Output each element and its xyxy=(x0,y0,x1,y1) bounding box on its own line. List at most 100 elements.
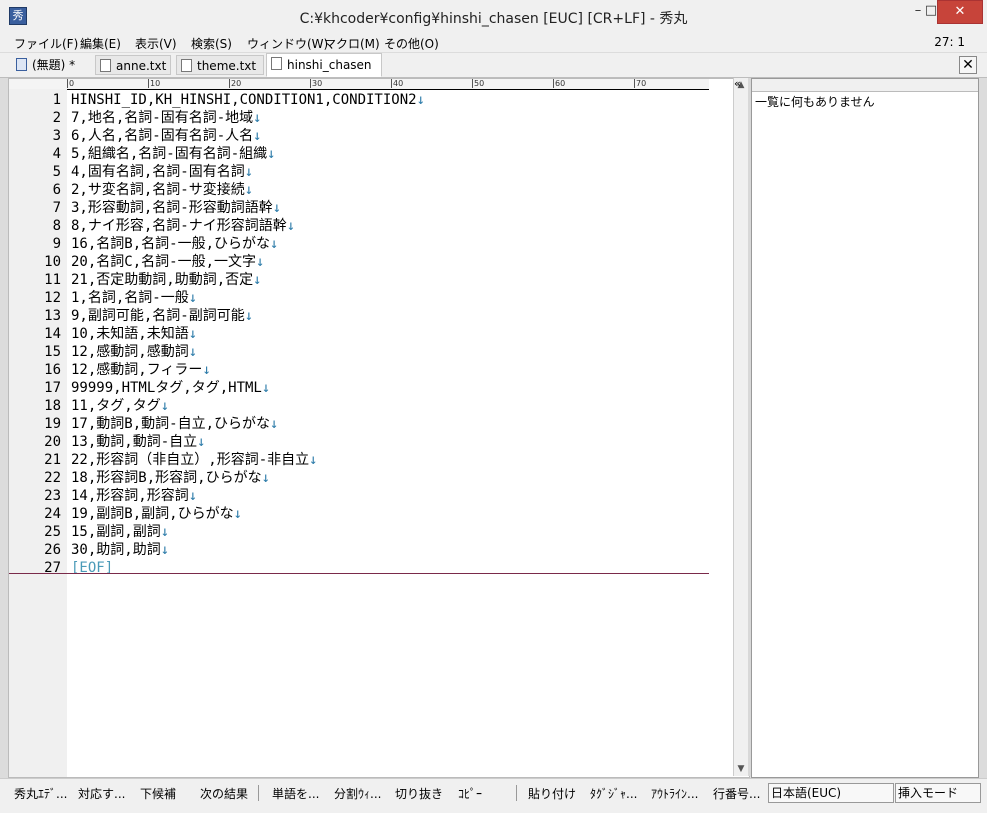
fkey-4[interactable]: 次の結果 xyxy=(200,785,248,802)
menu-macro[interactable]: マクロ(M) xyxy=(324,35,380,52)
line-text[interactable]: 7,地名,名詞-固有名詞-地域↓ xyxy=(71,109,262,127)
menu-other[interactable]: その他(O) xyxy=(384,35,439,52)
tab-hinshi-chasen[interactable]: hinshi_chasen xyxy=(266,53,382,77)
text-line[interactable]: 4 5,組織名,名詞-固有名詞-組織↓ xyxy=(53,145,711,163)
newline-mark: ↓ xyxy=(160,524,170,540)
line-text[interactable]: 14,形容詞,形容詞↓ xyxy=(71,487,197,505)
fkey-6[interactable]: 分割ｳｨ... xyxy=(334,785,381,802)
collapse-panel-icon[interactable]: « xyxy=(734,77,741,90)
scroll-down-icon[interactable]: ▼ xyxy=(734,762,748,776)
text-line[interactable]: 5 4,固有名詞,名詞-固有名詞↓ xyxy=(53,163,711,181)
text-line[interactable]: 21 22,形容詞（非自立）,形容詞-非自立↓ xyxy=(44,451,711,469)
text-line[interactable]: 14 10,未知語,未知語↓ xyxy=(44,325,711,343)
line-text[interactable]: 4,固有名詞,名詞-固有名詞↓ xyxy=(71,163,253,181)
text-line[interactable]: 12 1,名詞,名詞-一般↓ xyxy=(44,289,711,307)
window-title: C:¥khcoder¥config¥hinshi_chasen [EUC] [C… xyxy=(299,11,688,27)
fkey-7[interactable]: 切り抜き xyxy=(395,785,443,802)
text-line[interactable]: 8 8,ナイ形容,名詞-ナイ形容詞語幹↓ xyxy=(53,217,711,235)
line-text[interactable]: 12,感動詞,感動詞↓ xyxy=(71,343,197,361)
text-line[interactable]: 2 7,地名,名詞-固有名詞-地域↓ xyxy=(53,109,711,127)
text-content[interactable]: 1 HINSHI_ID,KH_HINSHI,CONDITION1,CONDITIO… xyxy=(44,91,711,577)
fkey-10[interactable]: ﾀｸﾞｼﾞｬ... xyxy=(590,785,637,802)
line-text[interactable]: 8,ナイ形容,名詞-ナイ形容詞語幹↓ xyxy=(71,217,295,235)
line-body: 8,ナイ形容,名詞-ナイ形容詞語幹 xyxy=(71,218,287,234)
text-line[interactable]: 17 99999,HTMLタグ,タグ,HTML↓ xyxy=(44,379,711,397)
ruler-tick: 20 xyxy=(229,79,242,88)
text-line[interactable]: 24 19,副詞B,副詞,ひらがな↓ xyxy=(44,505,711,523)
close-window-button[interactable]: ✕ xyxy=(937,0,983,24)
line-text[interactable]: 1,名詞,名詞-一般↓ xyxy=(71,289,197,307)
line-text[interactable]: 18,形容詞B,形容詞,ひらがな↓ xyxy=(71,469,270,487)
text-line[interactable]: 10 20,名詞C,名詞-一般,一文字↓ xyxy=(44,253,711,271)
line-text[interactable]: HINSHI_ID,KH_HINSHI,CONDITION1,CONDITION… xyxy=(71,91,425,109)
tab-untitled-label: (無題) * xyxy=(32,58,76,72)
input-mode-status[interactable]: 挿入モード xyxy=(895,783,981,803)
menu-window[interactable]: ウィンドウ(W) xyxy=(247,35,328,52)
line-number: 24 xyxy=(44,506,61,522)
text-line[interactable]: 18 11,タグ,タグ↓ xyxy=(44,397,711,415)
tab-theme[interactable]: theme.txt xyxy=(176,55,264,75)
line-text[interactable]: 11,タグ,タグ↓ xyxy=(71,397,169,415)
line-text[interactable]: 30,助詞,助詞↓ xyxy=(71,541,169,559)
close-tab-button[interactable]: ✕ xyxy=(959,56,977,74)
eof-line[interactable]: 27 [EOF] xyxy=(44,559,711,577)
line-number: 6 xyxy=(52,182,61,198)
line-text[interactable]: 3,形容動詞,名詞-形容動詞語幹↓ xyxy=(71,199,281,217)
text-line[interactable]: 11 21,否定助動詞,助動詞,否定↓ xyxy=(44,271,711,289)
fkey-5[interactable]: 単語を... xyxy=(272,785,319,802)
line-text[interactable]: 16,名詞B,名詞-一般,ひらがな↓ xyxy=(71,235,278,253)
line-text[interactable]: 9,副詞可能,名詞-副詞可能↓ xyxy=(71,307,253,325)
newline-mark: ↓ xyxy=(261,380,271,396)
fkey-1[interactable]: 秀丸ｴﾃﾞ... xyxy=(14,785,67,802)
newline-mark: ↓ xyxy=(253,110,262,126)
line-body: 7,地名,名詞-固有名詞-地域 xyxy=(71,110,254,126)
text-line[interactable]: 23 14,形容詞,形容詞↓ xyxy=(44,487,711,505)
fkey-9[interactable]: 貼り付け xyxy=(528,785,576,802)
text-line[interactable]: 25 15,副詞,副詞↓ xyxy=(44,523,711,541)
encoding-status[interactable]: 日本語(EUC) xyxy=(768,783,894,803)
fkey-3[interactable]: 下候補 xyxy=(140,785,176,802)
text-line[interactable]: 16 12,感動詞,フィラー↓ xyxy=(44,361,711,379)
line-text[interactable]: 19,副詞B,副詞,ひらがな↓ xyxy=(71,505,242,523)
line-text[interactable]: 2,サ変名詞,名詞-サ変接続↓ xyxy=(71,181,253,199)
menu-file[interactable]: ファイル(F) xyxy=(14,35,78,52)
text-line[interactable]: 9 16,名詞B,名詞-一般,ひらがな↓ xyxy=(53,235,711,253)
menu-search[interactable]: 検索(S) xyxy=(191,35,232,52)
text-line[interactable]: 13 9,副詞可能,名詞-副詞可能↓ xyxy=(44,307,711,325)
line-text[interactable]: 22,形容詞（非自立）,形容詞-非自立↓ xyxy=(71,451,318,469)
line-number: 12 xyxy=(44,290,61,306)
line-text[interactable]: 17,動詞B,動詞-自立,ひらがな↓ xyxy=(71,415,278,433)
line-text[interactable]: 21,否定助動詞,助動詞,否定↓ xyxy=(71,271,262,289)
menu-view[interactable]: 表示(V) xyxy=(135,35,177,52)
line-body: 10,未知語,未知語 xyxy=(71,326,189,342)
line-text[interactable]: 15,副詞,副詞↓ xyxy=(71,523,169,541)
line-text[interactable]: 12,感動詞,フィラー↓ xyxy=(71,361,211,379)
text-line[interactable]: 22 18,形容詞B,形容詞,ひらがな↓ xyxy=(44,469,711,487)
text-line[interactable]: 20 13,動詞,動詞-自立↓ xyxy=(44,433,711,451)
newline-mark: ↓ xyxy=(270,416,279,432)
tab-anne[interactable]: anne.txt xyxy=(95,55,171,75)
line-text[interactable]: 20,名詞C,名詞-一般,一文字↓ xyxy=(71,253,264,271)
ruler-tick: 60 xyxy=(553,79,566,88)
line-text[interactable]: 10,未知語,未知語↓ xyxy=(71,325,197,343)
line-text[interactable]: 5,組織名,名詞-固有名詞-組織↓ xyxy=(71,145,276,163)
text-line[interactable]: 6 2,サ変名詞,名詞-サ変接続↓ xyxy=(53,181,711,199)
fkey-8[interactable]: ｺﾋﾟｰ xyxy=(458,785,482,802)
text-line[interactable]: 1 HINSHI_ID,KH_HINSHI,CONDITION1,CONDITIO… xyxy=(53,91,711,109)
line-text[interactable]: 13,動詞,動詞-自立↓ xyxy=(71,433,206,451)
text-line[interactable]: 15 12,感動詞,感動詞↓ xyxy=(44,343,711,361)
text-line[interactable]: 3 6,人名,名詞-固有名詞-人名↓ xyxy=(53,127,711,145)
text-line[interactable]: 26 30,助詞,助詞↓ xyxy=(44,541,711,559)
editor-vertical-scrollbar[interactable]: ▲ ▼ xyxy=(733,78,748,776)
fkey-2[interactable]: 対応す... xyxy=(78,785,125,802)
editor-area[interactable]: 0 10 20 30 40 50 60 70 1 HINSHI_ID,KH_HIN… xyxy=(8,78,750,778)
menu-edit[interactable]: 編集(E) xyxy=(80,35,121,52)
line-text[interactable]: 6,人名,名詞-固有名詞-人名↓ xyxy=(71,127,262,145)
fkey-12[interactable]: 行番号... xyxy=(713,785,760,802)
text-line[interactable]: 19 17,動詞B,動詞-自立,ひらがな↓ xyxy=(44,415,711,433)
tab-bar: (無題) * anne.txt theme.txt hinshi_chasen … xyxy=(0,53,987,78)
tab-untitled[interactable]: (無題) * xyxy=(12,55,88,75)
fkey-11[interactable]: ｱｳﾄﾗｲﾝ... xyxy=(651,785,698,802)
text-line[interactable]: 7 3,形容動詞,名詞-形容動詞語幹↓ xyxy=(53,199,711,217)
line-text[interactable]: 99999,HTMLタグ,タグ,HTML↓ xyxy=(71,379,270,397)
